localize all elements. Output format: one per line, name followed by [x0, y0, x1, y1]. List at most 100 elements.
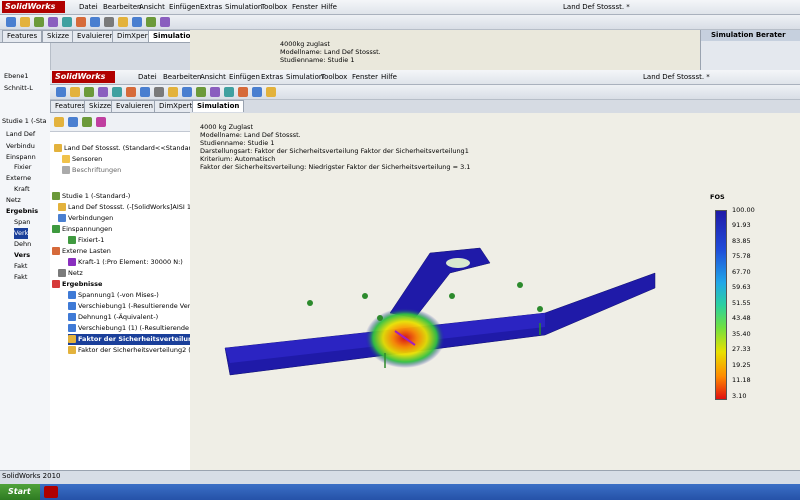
- tool-icon[interactable]: [238, 87, 248, 97]
- tree-toolbar-icon[interactable]: [54, 117, 64, 127]
- back-tree-item[interactable]: Studie 1 (-Sta: [2, 116, 47, 127]
- tree-study[interactable]: Studie 1 (-Standard-): [52, 191, 130, 202]
- menu-ansicht[interactable]: Ansicht: [197, 70, 229, 84]
- back-tree-item[interactable]: Land Def: [6, 129, 35, 140]
- menu-fenster[interactable]: Fenster: [349, 70, 381, 84]
- fixture-marker: [377, 315, 383, 321]
- tree-loads[interactable]: Externe Lasten: [52, 246, 111, 257]
- tree-force[interactable]: Kraft-1 (:Pro Element: 30000 N:): [68, 257, 183, 268]
- back-info-line: Studienname: Studie 1: [280, 56, 355, 64]
- fixture-marker: [362, 293, 368, 299]
- menu-hilfe[interactable]: Hilfe: [378, 70, 400, 84]
- taskbar: Start: [0, 484, 800, 500]
- back-tree-item[interactable]: Ergebnis: [6, 206, 38, 217]
- back-tool-icon[interactable]: [62, 17, 72, 27]
- back-tree-item[interactable]: Kraft: [14, 184, 30, 195]
- back-window-title: Land Def Stossst. *: [563, 3, 630, 11]
- back-tree-item[interactable]: Dehn: [14, 239, 31, 250]
- back-graphics-area: 4000kg zuglast Modellname: Land Def Stos…: [190, 30, 700, 70]
- legend-tick: 83.85: [732, 237, 751, 245]
- tree-toolbar-icon[interactable]: [96, 117, 106, 127]
- legend-tick: 43.48: [732, 314, 751, 322]
- tool-icon[interactable]: [98, 87, 108, 97]
- tree-part[interactable]: Land Def Stossst. (Standard<<Standard>_A…: [54, 143, 211, 154]
- back-tool-icon[interactable]: [146, 17, 156, 27]
- fea-model[interactable]: [190, 113, 800, 470]
- back-menu-toolbox[interactable]: Toolbox: [258, 0, 290, 14]
- menubar: SolidWorks Datei Bearbeiten Ansicht Einf…: [50, 70, 800, 85]
- tool-icon[interactable]: [196, 87, 206, 97]
- taskbar-app-icon[interactable]: [44, 486, 58, 498]
- back-tree-item[interactable]: Ebene1: [4, 71, 29, 82]
- legend-tick: 91.93: [732, 221, 751, 229]
- legend-title: FOS: [710, 193, 725, 201]
- tab-dimxpert[interactable]: DimXpert: [154, 100, 198, 112]
- back-tool-icon[interactable]: [118, 17, 128, 27]
- back-menu-hilfe[interactable]: Hilfe: [318, 0, 340, 14]
- back-tree-item[interactable]: Schnitt-L: [4, 83, 33, 94]
- legend-tick: 59.63: [732, 283, 751, 291]
- back-tree-item[interactable]: Externe: [6, 173, 31, 184]
- back-tree-item[interactable]: Verk: [14, 228, 29, 239]
- tool-icon[interactable]: [210, 87, 220, 97]
- back-tool-icon[interactable]: [132, 17, 142, 27]
- tree-results[interactable]: Ergebnisse: [52, 279, 102, 290]
- tree-sensors[interactable]: Sensoren: [62, 154, 102, 165]
- menu-toolbox[interactable]: Toolbox: [318, 70, 350, 84]
- back-tab-features[interactable]: Features: [2, 30, 43, 42]
- tab-evaluieren[interactable]: Evaluieren: [111, 100, 158, 112]
- back-tab-skizze[interactable]: Skizze: [42, 30, 75, 42]
- tool-icon[interactable]: [56, 87, 66, 97]
- back-menubar: SolidWorks Datei Bearbeiten Ansicht Einf…: [0, 0, 800, 15]
- tree-fixed[interactable]: Fixiert-1: [68, 235, 104, 246]
- legend-tick: 3.10: [732, 392, 747, 400]
- start-button[interactable]: Start: [0, 484, 40, 500]
- back-tree-item[interactable]: Netz: [6, 195, 21, 206]
- tool-icon[interactable]: [182, 87, 192, 97]
- menu-datei[interactable]: Datei: [135, 70, 160, 84]
- legend-tick: 100.00: [732, 206, 755, 214]
- tool-icon[interactable]: [224, 87, 234, 97]
- back-menu-datei[interactable]: Datei: [76, 0, 101, 14]
- back-solidworks-logo: SolidWorks: [2, 1, 65, 13]
- tool-icon[interactable]: [70, 87, 80, 97]
- tree-toolbar-icon[interactable]: [82, 117, 92, 127]
- tool-icon[interactable]: [168, 87, 178, 97]
- back-tool-icon[interactable]: [6, 17, 16, 27]
- tree-mesh[interactable]: Netz: [58, 268, 83, 279]
- tool-icon[interactable]: [112, 87, 122, 97]
- back-menu-extras[interactable]: Extras: [197, 0, 225, 14]
- tool-icon[interactable]: [140, 87, 150, 97]
- tree-annotations[interactable]: Beschriftungen: [62, 165, 121, 176]
- back-tool-icon[interactable]: [104, 17, 114, 27]
- back-tool-icon[interactable]: [48, 17, 58, 27]
- back-tool-icon[interactable]: [90, 17, 100, 27]
- back-tree-item[interactable]: Verbindu: [6, 141, 35, 152]
- tool-icon[interactable]: [84, 87, 94, 97]
- tree-result-3[interactable]: Dehnung1 (-Äquivalent-): [68, 312, 158, 323]
- back-tree-item[interactable]: Fixier: [14, 162, 31, 173]
- back-tool-icon[interactable]: [160, 17, 170, 27]
- back-tree-item[interactable]: Fakt: [14, 261, 27, 272]
- back-tree-item[interactable]: Fakt: [14, 272, 27, 283]
- back-tree-item[interactable]: Span: [14, 217, 30, 228]
- menu-extras[interactable]: Extras: [258, 70, 286, 84]
- back-tool-icon[interactable]: [20, 17, 30, 27]
- tab-simulation[interactable]: Simulation: [192, 100, 245, 112]
- back-tool-icon[interactable]: [76, 17, 86, 27]
- graphics-area[interactable]: 4000 kg Zuglast Modellname: Land Def Sto…: [190, 113, 800, 470]
- back-menu-ansicht[interactable]: Ansicht: [136, 0, 168, 14]
- tool-icon[interactable]: [126, 87, 136, 97]
- tree-result-1[interactable]: Spannung1 (-von Mises-): [68, 290, 159, 301]
- tree-connections[interactable]: Verbindungen: [58, 213, 113, 224]
- tree-fixtures[interactable]: Einspannungen: [52, 224, 112, 235]
- back-menu-fenster[interactable]: Fenster: [289, 0, 321, 14]
- tool-icon[interactable]: [154, 87, 164, 97]
- tool-icon[interactable]: [252, 87, 262, 97]
- tool-icon[interactable]: [266, 87, 276, 97]
- tree-toolbar-icon[interactable]: [68, 117, 78, 127]
- back-tool-icon[interactable]: [34, 17, 44, 27]
- tree-result-5-selected[interactable]: Faktor der Sicherheitsverteilung1 (: [68, 334, 208, 345]
- fixture-marker: [449, 293, 455, 299]
- back-tree-item[interactable]: Vers: [14, 250, 30, 261]
